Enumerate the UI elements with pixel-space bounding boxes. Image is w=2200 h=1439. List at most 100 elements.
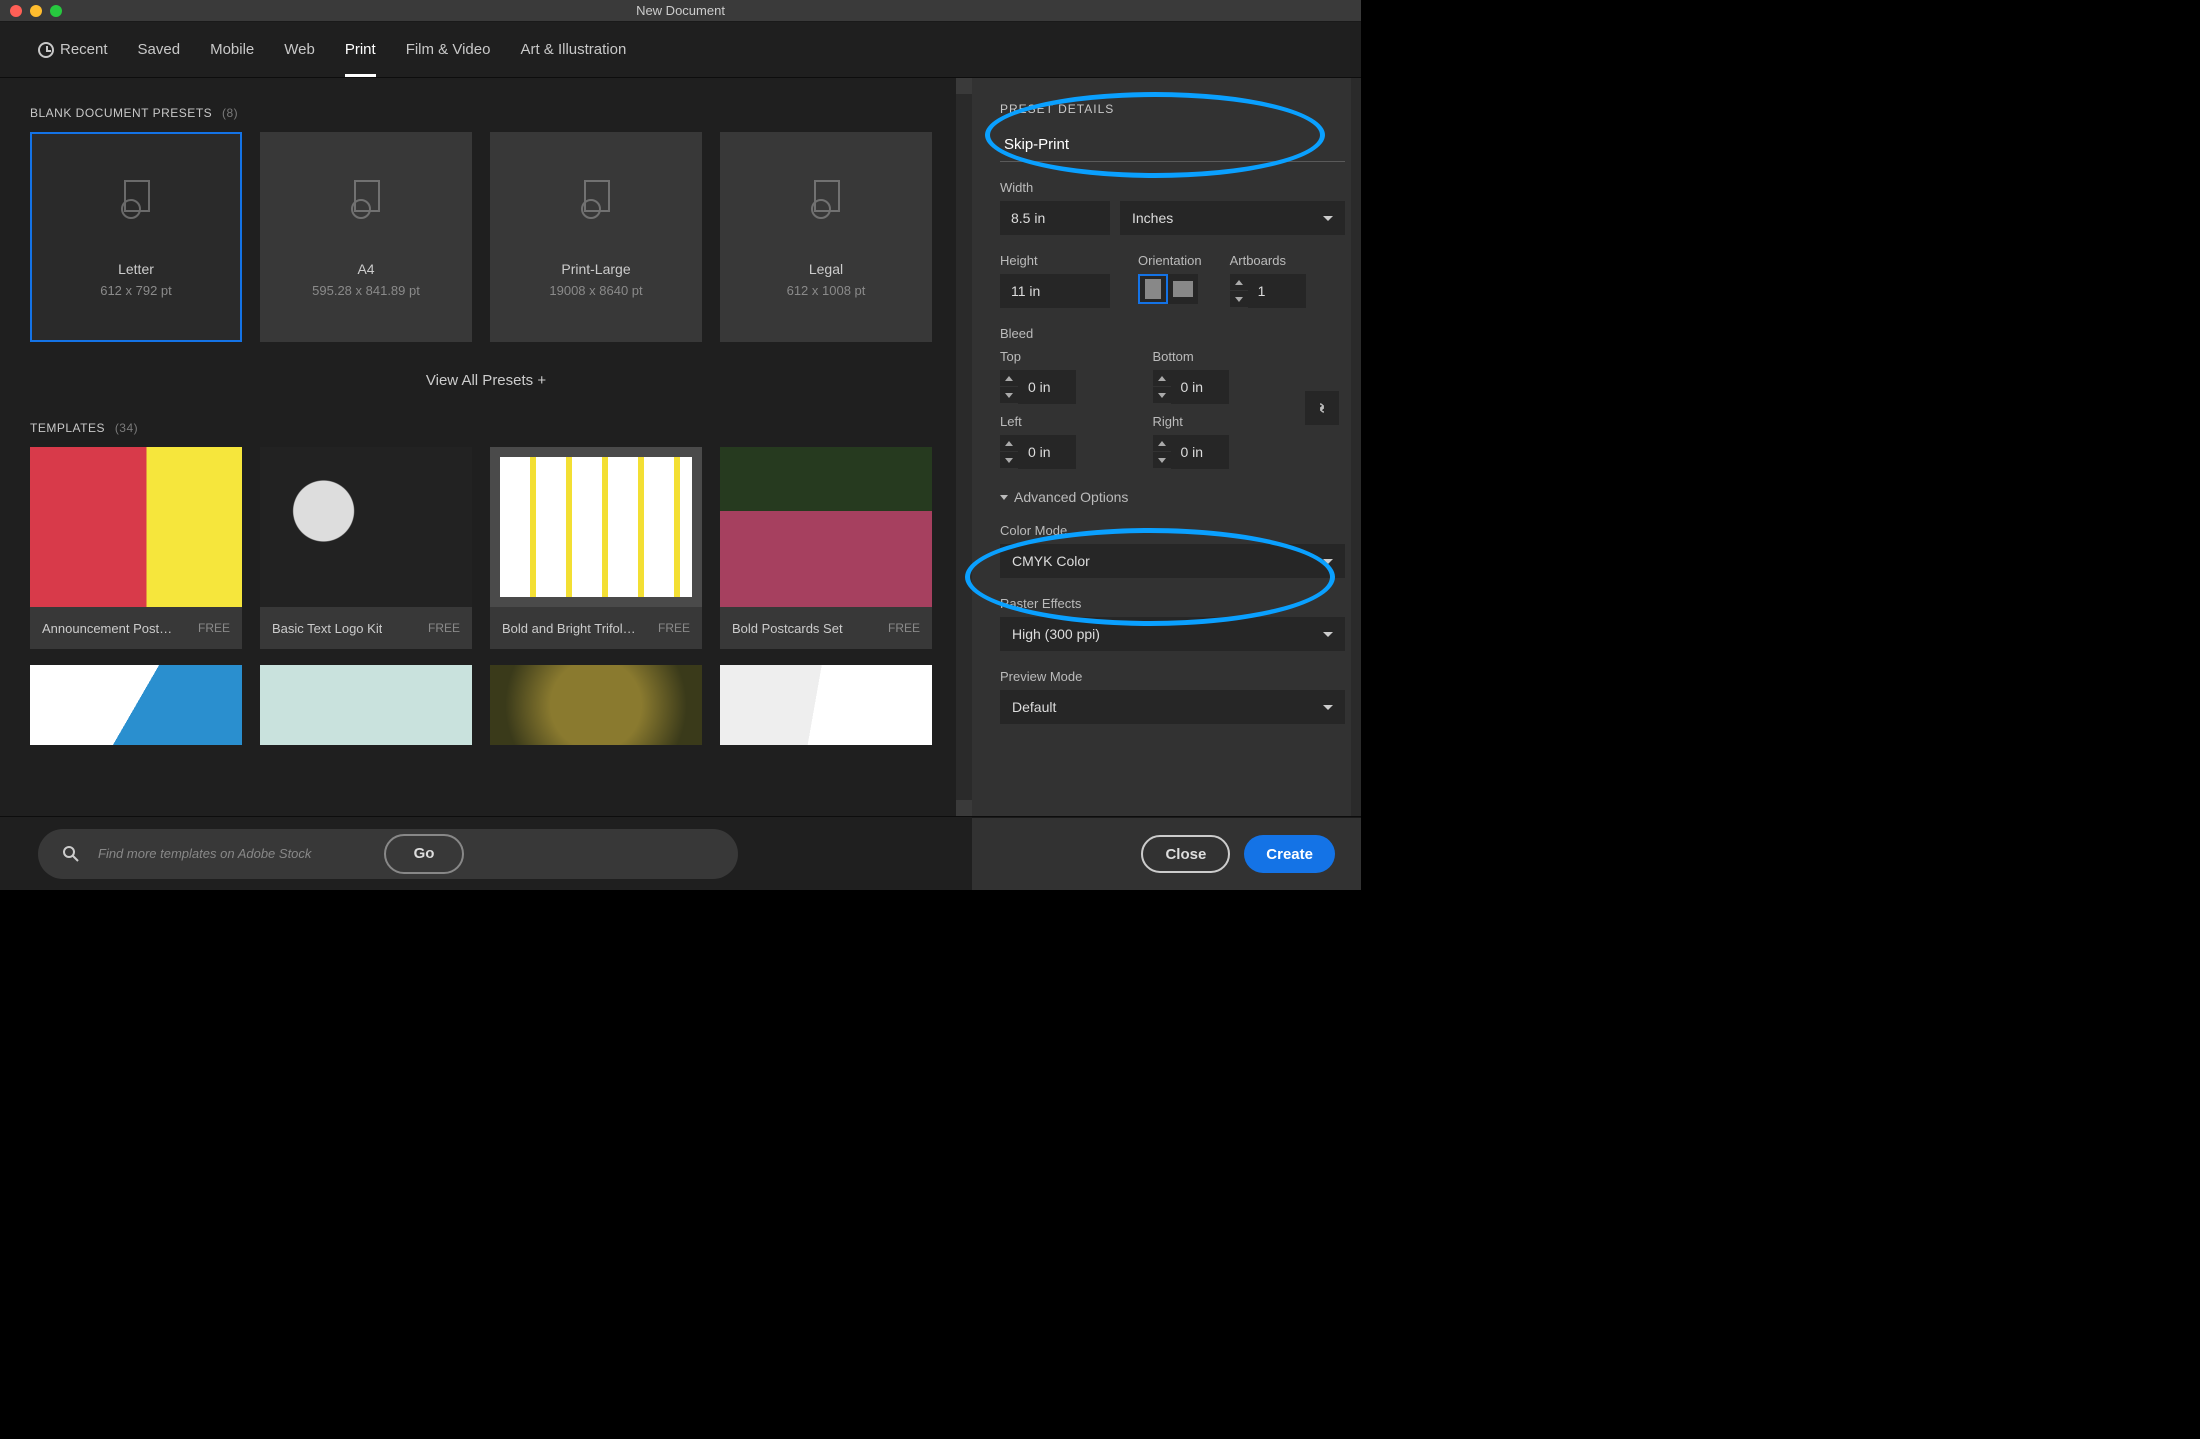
template-title: Announcement Post… bbox=[42, 621, 172, 636]
templates-header-text: TEMPLATES bbox=[30, 421, 105, 435]
bleed-top-value[interactable]: 0 in bbox=[1018, 370, 1076, 404]
bleed-right-value[interactable]: 0 in bbox=[1171, 435, 1229, 469]
scroll-up-button[interactable] bbox=[956, 78, 972, 94]
preview-mode-select[interactable]: Default bbox=[1000, 690, 1345, 724]
preset-details-panel: PRESET DETAILS Width 8.5 in Inches Heigh… bbox=[972, 78, 1361, 816]
color-mode-select[interactable]: CMYK Color bbox=[1000, 544, 1345, 578]
bleed-left-value[interactable]: 0 in bbox=[1018, 435, 1076, 469]
right-scrollbar[interactable] bbox=[1351, 78, 1361, 816]
width-input[interactable]: 8.5 in bbox=[1000, 201, 1110, 235]
height-input[interactable]: 11 in bbox=[1000, 274, 1110, 308]
tab-label: Mobile bbox=[210, 41, 254, 58]
tab-saved[interactable]: Saved bbox=[138, 23, 181, 76]
template-card[interactable]: Bold Postcards Set FREE bbox=[720, 447, 932, 649]
tab-film-video[interactable]: Film & Video bbox=[406, 23, 491, 76]
bleed-right-label: Right bbox=[1153, 414, 1296, 429]
preset-name-input[interactable] bbox=[1000, 128, 1345, 162]
preset-dim: 612 x 792 pt bbox=[100, 283, 172, 298]
template-price: FREE bbox=[888, 621, 920, 635]
tab-art-illustration[interactable]: Art & Illustration bbox=[520, 23, 626, 76]
orientation-portrait[interactable] bbox=[1138, 274, 1168, 304]
step-up-button[interactable] bbox=[1153, 435, 1171, 452]
preset-card-legal[interactable]: Legal 612 x 1008 pt bbox=[720, 132, 932, 342]
tab-print[interactable]: Print bbox=[345, 23, 376, 76]
template-thumbnail bbox=[260, 447, 472, 607]
template-card[interactable] bbox=[30, 665, 242, 745]
step-up-button[interactable] bbox=[1230, 274, 1248, 291]
footer-right: Close Create bbox=[972, 817, 1361, 890]
left-scrollbar[interactable] bbox=[956, 78, 972, 816]
template-card[interactable] bbox=[720, 665, 932, 745]
preset-dim: 612 x 1008 pt bbox=[787, 283, 866, 298]
bleed-label: Bleed bbox=[1000, 326, 1345, 341]
main-area: BLANK DOCUMENT PRESETS (8) Letter 612 x … bbox=[0, 78, 1361, 816]
tab-web[interactable]: Web bbox=[284, 23, 315, 76]
template-card[interactable]: Basic Text Logo Kit FREE bbox=[260, 447, 472, 649]
width-label: Width bbox=[1000, 180, 1345, 195]
artboards-stepper[interactable]: 1 bbox=[1230, 274, 1345, 308]
template-price: FREE bbox=[428, 621, 460, 635]
step-up-button[interactable] bbox=[1000, 370, 1018, 387]
preset-dim: 595.28 x 841.89 pt bbox=[312, 283, 420, 298]
template-card[interactable]: Bold and Bright Trifol… FREE bbox=[490, 447, 702, 649]
bleed-right-stepper[interactable]: 0 in bbox=[1153, 435, 1296, 469]
tab-mobile[interactable]: Mobile bbox=[210, 23, 254, 76]
chevron-down-icon bbox=[1323, 559, 1333, 564]
step-down-button[interactable] bbox=[1000, 452, 1018, 469]
template-meta: Bold Postcards Set FREE bbox=[720, 607, 932, 649]
preset-card-print-large[interactable]: Print-Large 19008 x 8640 pt bbox=[490, 132, 702, 342]
template-thumbnail bbox=[30, 665, 242, 745]
preset-card-letter[interactable]: Letter 612 x 792 pt bbox=[30, 132, 242, 342]
units-select[interactable]: Inches bbox=[1120, 201, 1345, 235]
window-controls bbox=[0, 5, 62, 17]
preset-name: Print-Large bbox=[561, 261, 630, 277]
bleed-bottom-stepper[interactable]: 0 in bbox=[1153, 370, 1296, 404]
chevron-down-icon bbox=[1323, 632, 1333, 637]
template-card[interactable] bbox=[260, 665, 472, 745]
preset-row: Letter 612 x 792 pt A4 595.28 x 841.89 p… bbox=[0, 132, 972, 342]
bleed-top-stepper[interactable]: 0 in bbox=[1000, 370, 1143, 404]
preview-mode-label: Preview Mode bbox=[1000, 669, 1345, 684]
step-up-button[interactable] bbox=[1153, 370, 1171, 387]
artboards-value[interactable]: 1 bbox=[1248, 274, 1306, 308]
tab-label: Print bbox=[345, 41, 376, 58]
minimize-window-button[interactable] bbox=[30, 5, 42, 17]
bleed-bottom-value[interactable]: 0 in bbox=[1171, 370, 1229, 404]
step-down-button[interactable] bbox=[1230, 291, 1248, 308]
scroll-down-button[interactable] bbox=[956, 800, 972, 816]
advanced-options-toggle[interactable]: Advanced Options bbox=[1000, 489, 1345, 505]
view-all-presets[interactable]: View All Presets + bbox=[0, 342, 972, 411]
link-bleed-button[interactable] bbox=[1305, 391, 1339, 425]
tab-recent[interactable]: Recent bbox=[38, 23, 108, 76]
preset-card-a4[interactable]: A4 595.28 x 841.89 pt bbox=[260, 132, 472, 342]
window-title: New Document bbox=[0, 3, 1361, 18]
template-card[interactable] bbox=[490, 665, 702, 745]
chevron-down-icon bbox=[1000, 495, 1008, 500]
step-down-button[interactable] bbox=[1153, 387, 1171, 404]
left-column: BLANK DOCUMENT PRESETS (8) Letter 612 x … bbox=[0, 78, 972, 816]
stock-search-placeholder: Find more templates on Adobe Stock bbox=[98, 846, 311, 861]
step-up-button[interactable] bbox=[1000, 435, 1018, 452]
go-button[interactable]: Go bbox=[384, 834, 464, 874]
page-icon bbox=[803, 177, 849, 223]
preset-name: Legal bbox=[809, 261, 843, 277]
footer: Find more templates on Adobe Stock Go Cl… bbox=[0, 816, 1361, 890]
stock-search-box[interactable]: Find more templates on Adobe Stock Go bbox=[38, 829, 738, 879]
bleed-top-label: Top bbox=[1000, 349, 1143, 364]
chevron-down-icon bbox=[1323, 705, 1333, 710]
zoom-window-button[interactable] bbox=[50, 5, 62, 17]
raster-effects-value: High (300 ppi) bbox=[1012, 626, 1100, 642]
raster-effects-select[interactable]: High (300 ppi) bbox=[1000, 617, 1345, 651]
close-button[interactable]: Close bbox=[1141, 835, 1230, 873]
step-down-button[interactable] bbox=[1153, 452, 1171, 469]
step-down-button[interactable] bbox=[1000, 387, 1018, 404]
close-window-button[interactable] bbox=[10, 5, 22, 17]
template-thumbnail bbox=[260, 665, 472, 745]
template-row-2 bbox=[0, 649, 972, 745]
template-price: FREE bbox=[198, 621, 230, 635]
bleed-left-stepper[interactable]: 0 in bbox=[1000, 435, 1143, 469]
orientation-landscape[interactable] bbox=[1168, 274, 1198, 304]
template-card[interactable]: Announcement Post… FREE bbox=[30, 447, 242, 649]
artboards-label: Artboards bbox=[1230, 253, 1345, 268]
create-button[interactable]: Create bbox=[1244, 835, 1335, 873]
